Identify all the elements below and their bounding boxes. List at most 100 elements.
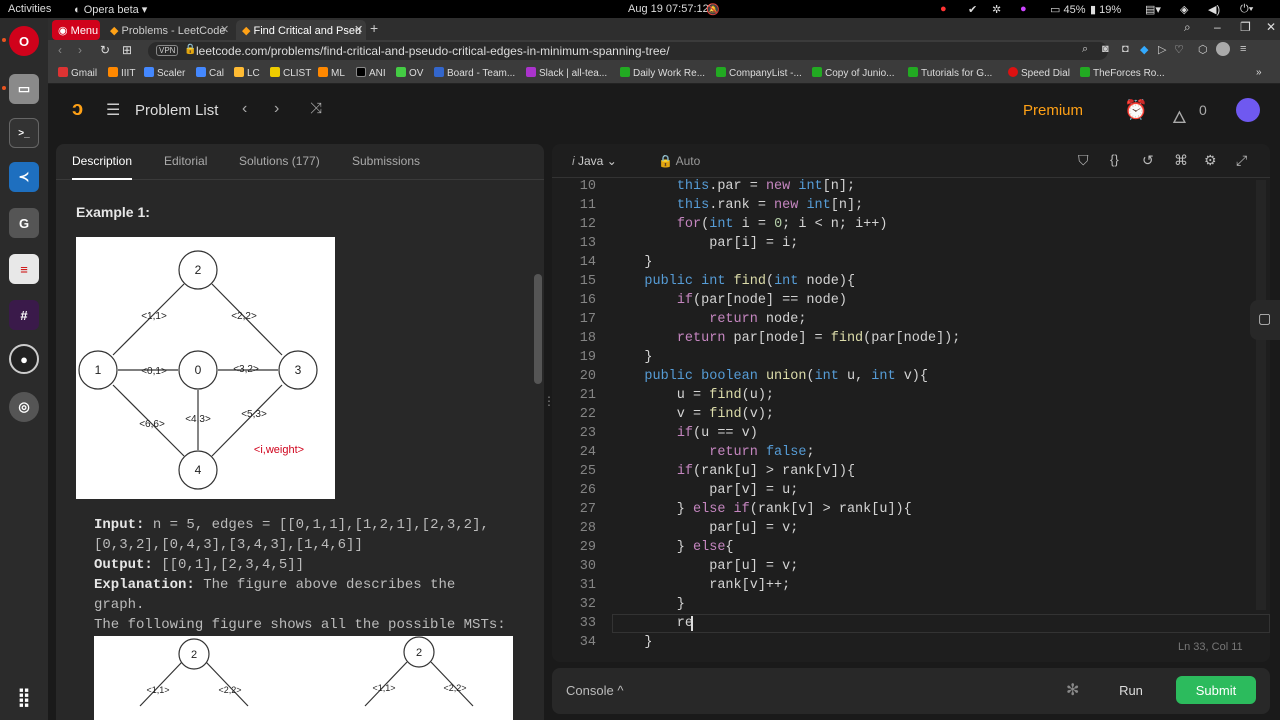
code-line[interactable]: 27 } else if(rank[v] > rank[u]){: [552, 500, 1270, 519]
code-line[interactable]: 32 }: [552, 595, 1270, 614]
search-icon[interactable]: ⌕: [1082, 43, 1088, 56]
bookmark-item[interactable]: ANI: [356, 67, 386, 79]
code-line[interactable]: 11 this.rank = new int[n];: [552, 196, 1270, 215]
code-line[interactable]: 19 }: [552, 348, 1270, 367]
problem-list-link[interactable]: Problem List: [135, 102, 218, 119]
send-icon[interactable]: ▷: [1158, 43, 1166, 56]
debug-icon[interactable]: ✻: [1066, 680, 1079, 700]
bookmark-item[interactable]: LC: [234, 67, 260, 79]
avatar[interactable]: [1236, 98, 1260, 122]
code-line[interactable]: 33 re: [552, 614, 1270, 633]
reload-icon[interactable]: ↻: [100, 43, 110, 57]
bookmark-item[interactable]: Copy of Junio...: [812, 67, 894, 79]
speaker-icon[interactable]: ◀): [1208, 3, 1220, 16]
shield-icon[interactable]: ◆: [1140, 43, 1148, 56]
scrollbar[interactable]: [534, 274, 542, 384]
bookmark-item[interactable]: IIIT: [108, 67, 135, 79]
alarm-clock-icon[interactable]: ⏰: [1124, 98, 1148, 122]
code-line[interactable]: 26 par[v] = u;: [552, 481, 1270, 500]
obs-icon[interactable]: ●: [9, 344, 39, 374]
bookmark-icon[interactable]: ⛉: [1078, 152, 1089, 169]
search-tabs-icon[interactable]: ⌕: [1184, 20, 1191, 35]
tab-editorial[interactable]: Editorial: [164, 154, 207, 168]
leetcode-logo[interactable]: ↄ: [72, 98, 83, 121]
code-line[interactable]: 34 }: [552, 633, 1270, 652]
close-tab-icon[interactable]: ✕: [220, 23, 229, 36]
vpn-badge[interactable]: VPN: [156, 45, 179, 56]
bookmark-item[interactable]: Slack | all-tea...: [526, 67, 607, 79]
app-menu[interactable]: ◐ Opera beta ▾: [74, 3, 147, 16]
fullscreen-icon[interactable]: ⤢: [1236, 152, 1247, 169]
code-area[interactable]: 10 this.par = new int[n]; 11 this.rank = …: [552, 177, 1270, 657]
shuffle-icon[interactable]: ⤨: [310, 100, 322, 117]
code-line[interactable]: 16 if(par[node] == node): [552, 291, 1270, 310]
opera-icon[interactable]: O: [9, 26, 39, 56]
network-icon[interactable]: ◈: [1180, 3, 1188, 16]
code-line[interactable]: 22 v = find(v);: [552, 405, 1270, 424]
clock[interactable]: Aug 19 07:57:12: [628, 3, 709, 15]
bookmarks-overflow-icon[interactable]: »: [1256, 67, 1262, 78]
code-line[interactable]: 31 rank[v]++;: [552, 576, 1270, 595]
vscode-icon[interactable]: ≺: [9, 162, 39, 192]
camera-icon[interactable]: ◙: [1102, 43, 1109, 55]
bookmark-item[interactable]: TheForces Ro...: [1080, 67, 1165, 79]
tab-problems[interactable]: ◆ Problems - LeetCode: [104, 20, 232, 40]
settings-gear-icon[interactable]: ⚙: [1204, 152, 1217, 169]
prev-problem-icon[interactable]: ‹: [242, 100, 247, 118]
git-icon[interactable]: G: [9, 208, 39, 238]
close-window-icon[interactable]: ✕: [1266, 20, 1276, 34]
maximize-icon[interactable]: ❐: [1240, 20, 1251, 34]
tab-submissions[interactable]: Submissions: [352, 154, 420, 168]
code-line[interactable]: 21 u = find(u);: [552, 386, 1270, 405]
notes-icon[interactable]: ▢: [1250, 300, 1280, 340]
code-line[interactable]: 30 par[u] = v;: [552, 557, 1270, 576]
mode-select[interactable]: 🔒 Auto: [658, 154, 700, 168]
code-line[interactable]: 17 return node;: [552, 310, 1270, 329]
reset-icon[interactable]: ↺: [1142, 152, 1154, 169]
tab-find-critical[interactable]: ◆ Find Critical and Pseu: [236, 20, 366, 40]
code-line[interactable]: 18 return par[node] = find(par[node]);: [552, 329, 1270, 348]
bookmark-item[interactable]: CompanyList -...: [716, 67, 802, 79]
close-tab-icon[interactable]: ✕: [354, 23, 363, 36]
app-grid-icon[interactable]: ⣿: [9, 682, 39, 712]
bookmark-item[interactable]: OV: [396, 67, 423, 79]
menu-icon[interactable]: ≡: [1240, 43, 1246, 55]
streak-count[interactable]: 0: [1199, 102, 1207, 118]
code-line[interactable]: 14 }: [552, 253, 1270, 272]
bookmark-item[interactable]: CLIST: [270, 67, 311, 79]
bookmark-item[interactable]: Scaler: [144, 67, 185, 79]
bookmark-item[interactable]: Board - Team...: [434, 67, 515, 79]
tray-icon[interactable]: ●: [940, 3, 947, 15]
tab-solutions[interactable]: Solutions (177): [239, 154, 320, 168]
braces-icon[interactable]: {}: [1110, 152, 1119, 167]
snapshot-icon[interactable]: ◘: [1122, 43, 1129, 55]
language-select[interactable]: i Java ⌄: [572, 154, 617, 168]
heart-icon[interactable]: ♡: [1174, 43, 1184, 56]
code-line[interactable]: 29 } else{: [552, 538, 1270, 557]
tray-icon[interactable]: ●: [1020, 3, 1027, 15]
bookmark-item[interactable]: ML: [318, 67, 345, 79]
next-problem-icon[interactable]: ›: [274, 100, 279, 118]
shortcut-icon[interactable]: ⌘: [1174, 152, 1188, 169]
battery-indicator[interactable]: ▮ 19%: [1090, 3, 1121, 16]
document-icon[interactable]: ≡: [9, 254, 39, 284]
bookmark-item[interactable]: Tutorials for G...: [908, 67, 992, 79]
tray-icon[interactable]: ✲: [992, 3, 1001, 16]
tray-icon[interactable]: ✔: [968, 3, 977, 16]
power-icon[interactable]: ⏻▾: [1240, 3, 1253, 16]
url-field[interactable]: VPN 🔒 leetcode.com/problems/find-critica…: [148, 42, 1108, 60]
slack-icon[interactable]: #: [9, 300, 39, 330]
activities-button[interactable]: Activities: [8, 3, 51, 15]
code-line[interactable]: 12 for(int i = 0; i < n; i++): [552, 215, 1270, 234]
opera-menu-button[interactable]: ◉ Menu: [52, 20, 100, 40]
bookmark-item[interactable]: Gmail: [58, 67, 97, 79]
bookmark-item[interactable]: Daily Work Re...: [620, 67, 705, 79]
terminal-icon[interactable]: >_: [9, 118, 39, 148]
code-line[interactable]: 23 if(u == v): [552, 424, 1270, 443]
tabs-grid-icon[interactable]: ⊞: [122, 43, 132, 57]
code-line[interactable]: 25 if(rank[u] > rank[v]){: [552, 462, 1270, 481]
clipboard-icon[interactable]: ▤▾: [1145, 3, 1161, 16]
files-icon[interactable]: ▭: [9, 74, 39, 104]
code-line[interactable]: 15 public int find(int node){: [552, 272, 1270, 291]
premium-link[interactable]: Premium: [1023, 102, 1083, 119]
